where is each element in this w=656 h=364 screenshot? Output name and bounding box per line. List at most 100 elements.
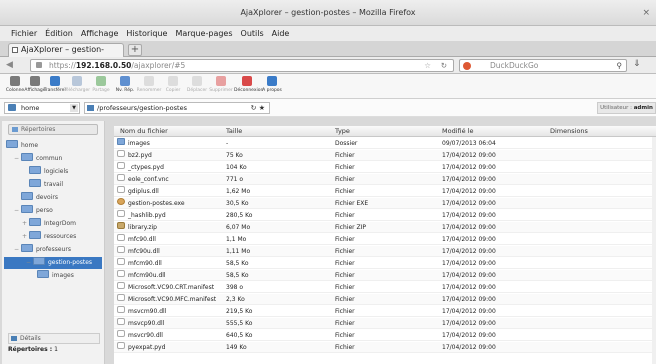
table-row[interactable]: Microsoft.VC90.CRT.manifest 398 o Fichier 1… [114,282,656,293]
collapse-icon[interactable]: − [14,244,21,256]
collapse-icon[interactable]: − [14,153,21,165]
tree-item-logiciels[interactable]: logiciels [22,166,68,178]
table-row[interactable]: images - Dossier 09/07/2013 06:04 [114,138,656,149]
collapse-icon[interactable]: − [26,257,33,269]
scrollbar[interactable] [652,137,656,364]
cell-date: 17/04/2012 09:00 [442,272,496,279]
folder-count-label: Répertoires : [8,346,53,353]
expand-icon[interactable]: + [22,231,29,243]
tree-item-images[interactable]: images [30,270,74,282]
download-button[interactable]: Télécharger [64,76,90,93]
duckduckgo-icon[interactable] [463,62,471,70]
reload-icon[interactable]: ↻ [441,60,447,71]
table-row[interactable]: mfcm90u.dll 58,5 Ko Fichier 17/04/2012 09:0… [114,270,656,281]
cell-name: msvcm90.dll [128,308,167,315]
logout-button[interactable]: Déconnexion [234,76,263,93]
search-box[interactable]: DuckDuckGo ⚲ [459,59,627,72]
cell-name: _hashlib.pyd [128,212,166,219]
cell-date: 17/04/2012 09:00 [442,248,496,255]
tree-item-travail[interactable]: travail [22,179,63,191]
bookmark-star-icon[interactable]: ☆ [424,60,431,71]
cell-type: Dossier [335,140,358,147]
back-icon[interactable]: ◀ [6,60,13,71]
table-row[interactable]: _ctypes.pyd 104 Ko Fichier 17/04/2012 09:00 [114,162,656,173]
menu-edition[interactable]: Édition [44,29,74,38]
tree-item-integrdom[interactable]: + IntegrDom [22,218,76,230]
menu-marque-pages[interactable]: Marque-pages [174,29,233,38]
table-row[interactable]: msvcr90.dll 640,5 Ko Fichier 17/04/2012 09:… [114,330,656,341]
table-row[interactable]: msvcm90.dll 219,5 Ko Fichier 17/04/2012 09:… [114,306,656,317]
cell-size: 149 Ko [226,344,247,351]
table-row[interactable]: bz2.pyd 75 Ko Fichier 17/04/2012 09:00 [114,150,656,161]
table-row[interactable]: msvcp90.dll 555,5 Ko Fichier 17/04/2012 09:… [114,318,656,329]
tree-item-perso[interactable]: − perso [14,205,53,217]
column-name[interactable]: Nom du fichier [120,126,168,137]
table-row[interactable]: mfcm90.dll 58,5 Ko Fichier 17/04/2012 09:00 [114,258,656,269]
column-dimensions[interactable]: Dimensions [550,126,588,137]
rename-button[interactable]: Renommer [136,76,162,93]
new-tab-button[interactable]: + [128,44,142,56]
tree-item-label: IntegrDom [44,220,77,227]
column-modified[interactable]: Modifié le [442,126,473,137]
tree-item-devoirs[interactable]: devoirs [14,192,58,204]
upload-icon [50,76,60,86]
cell-size: 555,5 Ko [226,320,253,327]
table-row[interactable]: Microsoft.VC90.MFC.manifest 2,3 Ko Fichier… [114,294,656,305]
browser-tab[interactable]: AjaXplorer – gestion-postes [8,43,124,66]
refresh-icon[interactable]: ↻ ★ [251,103,265,113]
column-type[interactable]: Type [335,126,350,137]
path-input[interactable]: /professeurs/gestion-postes ↻ ★ [84,102,270,114]
file-icon [117,234,125,241]
info-icon [267,76,277,86]
download-icon[interactable]: ⇓ [633,59,641,69]
table-row[interactable]: mfc90u.dll 1,11 Mo Fichier 17/04/2012 09:00 [114,246,656,257]
folder-icon [21,153,33,161]
cell-date: 17/04/2012 09:00 [442,344,496,351]
cell-date: 17/04/2012 09:00 [442,200,496,207]
table-row[interactable]: gestion-postes.exe 30,5 Ko Fichier EXE 17/0… [114,198,656,209]
tree-item-professeurs[interactable]: − professeurs [14,244,71,256]
cell-date: 17/04/2012 09:00 [442,212,496,219]
close-icon[interactable]: × [642,0,650,26]
tree-item-commun[interactable]: − commun [14,153,62,165]
folder-icon [117,138,125,145]
table-row[interactable]: eole_conf.vnc 771 o Fichier 17/04/2012 09:0… [114,174,656,185]
table-row[interactable]: pyexpat.pyd 149 Ko Fichier 17/04/2012 09:00 [114,342,656,353]
folder-count: Répertoires : 1 [8,346,58,353]
tree-item-gestion-postes[interactable]: − gestion-postes [4,257,102,269]
table-row[interactable]: _hashlib.pyd 280,5 Ko Fichier 17/04/2012 09… [114,210,656,221]
delete-button[interactable]: Supprimer [208,76,234,93]
cell-name: Microsoft.VC90.CRT.manifest [128,284,215,291]
chevron-down-icon[interactable]: ▼ [70,104,78,112]
column-size[interactable]: Taille [226,126,242,137]
cell-date: 17/04/2012 09:00 [442,152,496,159]
info-button[interactable]: A propos [259,76,285,93]
expand-icon[interactable]: + [22,218,29,230]
folder-icon [29,179,41,187]
collapse-icon[interactable]: − [14,205,21,217]
copy-button[interactable]: Copier [160,76,186,93]
menu-outils[interactable]: Outils [240,29,265,38]
search-icon[interactable]: ⚲ [617,60,623,71]
copy-icon [168,76,178,86]
table-row[interactable]: gdiplus.dll 1,62 Mo Fichier 17/04/2012 09:0… [114,186,656,197]
workspace-select[interactable]: home ▼ [4,102,80,114]
cell-type: Fichier [335,260,355,267]
new-folder-button[interactable]: Nv. Rép. [112,76,138,93]
cell-size: 104 Ko [226,164,247,171]
url-bar[interactable]: https://192.168.0.50/ajaxplorer/#5 ☆ ↻ [30,59,454,72]
table-row[interactable]: library.zip 6,07 Mo Fichier ZIP 17/04/2012 … [114,222,656,233]
tree-item-home[interactable]: home [6,140,38,152]
menu-historique[interactable]: Historique [125,29,168,38]
cell-size: 219,5 Ko [226,308,253,315]
menu-aide[interactable]: Aide [271,29,291,38]
menu-fichier[interactable]: Fichier [10,29,38,38]
tree-item-ressources[interactable]: + ressources [22,231,76,243]
share-button[interactable]: Partage [88,76,114,93]
toolbar-label: Supprimer [209,88,233,93]
table-row[interactable]: mfc90.dll 1,1 Mo Fichier 17/04/2012 09:00 [114,234,656,245]
move-button[interactable]: Déplacer [184,76,210,93]
menu-affichage[interactable]: Affichage [80,29,120,38]
folder-icon [37,270,49,278]
cell-name: eole_conf.vnc [128,176,169,183]
